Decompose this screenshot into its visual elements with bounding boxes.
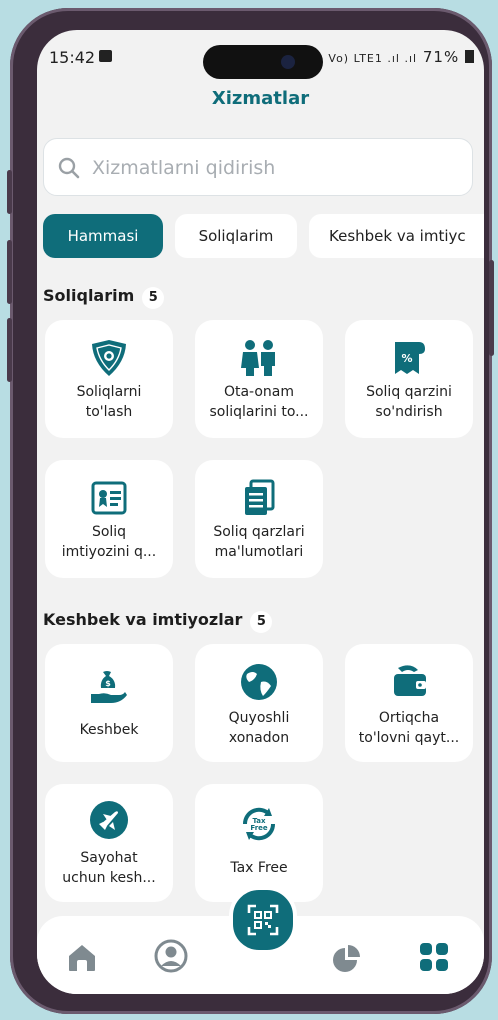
power-button xyxy=(489,260,494,356)
plane-icon xyxy=(90,801,128,839)
card-ortiqcha-tolovni[interactable]: Ortiqcha to'lovni qayt... xyxy=(345,644,473,762)
battery-text: 71% xyxy=(422,48,460,66)
card-label-line1: Soliq xyxy=(91,524,127,540)
tax-free-badge-line2: Free xyxy=(250,824,268,832)
tab-keshbek[interactable]: Keshbek va imtiyc xyxy=(309,214,484,258)
gallery-icon xyxy=(99,50,112,62)
section-title: Soliqlarim xyxy=(43,286,135,305)
search-icon xyxy=(58,157,80,179)
emblem-icon xyxy=(92,340,126,376)
card-soliq-qarzini[interactable]: % Soliq qarzini so'ndirish xyxy=(345,320,473,438)
camera-notch xyxy=(203,45,323,79)
card-label-line2: ma'lumotlari xyxy=(214,544,304,560)
profile-icon[interactable] xyxy=(153,938,189,974)
count-badge: 5 xyxy=(142,287,165,309)
card-soliqlarni-tolash[interactable]: Soliqlarni to'lash xyxy=(45,320,173,438)
wallet-refund-icon xyxy=(394,665,426,696)
certificate-icon xyxy=(91,481,127,515)
card-label: Keshbek xyxy=(79,722,139,738)
receipt-percent-icon: % xyxy=(395,342,425,374)
card-label-line1: Quyoshli xyxy=(228,710,290,726)
solar-globe-icon xyxy=(241,664,277,700)
card-label-line2: imtiyozini q... xyxy=(61,544,157,560)
card-label-line2: soliqlarini to... xyxy=(209,404,309,420)
search-box[interactable] xyxy=(43,138,473,196)
card-label-line1: Soliqlarni xyxy=(76,384,142,400)
money-hand-icon: $ xyxy=(91,671,127,703)
side-button xyxy=(7,170,12,214)
card-ota-onam[interactable]: Ota-onam soliqlarini to... xyxy=(195,320,323,438)
card-sayohat[interactable]: Sayohat uchun kesh... xyxy=(45,784,173,902)
status-time: 15:42 xyxy=(49,48,96,67)
camera-lens xyxy=(281,55,295,69)
card-label-line1: Soliq qarzlari xyxy=(213,524,305,540)
qr-scan-icon xyxy=(247,904,279,936)
card-label-line2: so'ndirish xyxy=(375,404,443,420)
status-icons: Vo) LTE1 .ıl .ıl 71% xyxy=(328,48,474,66)
count-badge: 5 xyxy=(250,611,273,633)
qr-scan-button[interactable] xyxy=(229,886,297,954)
card-label: Tax Free xyxy=(230,860,288,876)
tab-soliqlarim[interactable]: Soliqlarim xyxy=(175,214,297,258)
card-soliq-imtiyozini[interactable]: Soliq imtiyozini q... xyxy=(45,460,173,578)
grid-icon[interactable] xyxy=(417,940,451,974)
documents-icon xyxy=(245,479,275,515)
section-header-keshbek: Keshbek va imtiyozlar 5 xyxy=(43,610,273,633)
svg-text:%: % xyxy=(401,352,412,365)
battery-icon xyxy=(465,50,474,63)
card-keshbek[interactable]: $ Keshbek xyxy=(45,644,173,762)
section-title: Keshbek va imtiyozlar xyxy=(43,610,243,629)
svg-text:$: $ xyxy=(105,679,111,688)
card-label-line1: Ota-onam xyxy=(223,384,295,400)
card-tax-free[interactable]: Tax Free Tax Free xyxy=(195,784,323,902)
parents-icon xyxy=(241,340,275,376)
bottom-nav xyxy=(37,886,484,994)
section-header-soliqlarim: Soliqlarim 5 xyxy=(43,286,165,309)
screen: 15:42 Vo) LTE1 .ıl .ıl 71% Xizmatlar Ham… xyxy=(37,30,484,994)
card-label-line2: to'lash xyxy=(85,404,133,420)
card-soliq-qarzlari[interactable]: Soliq qarzlari ma'lumotlari xyxy=(195,460,323,578)
volume-down-button xyxy=(7,318,12,382)
category-tabs: Hammasi Soliqlarim Keshbek va imtiyc xyxy=(43,214,484,260)
card-label-line2: xonadon xyxy=(228,730,290,746)
home-icon[interactable] xyxy=(65,940,99,974)
volume-up-button xyxy=(7,240,12,304)
card-quyoshli-xonadon[interactable]: Quyoshli xonadon xyxy=(195,644,323,762)
card-label-line2: to'lovni qayt... xyxy=(358,730,460,746)
tab-hammasi[interactable]: Hammasi xyxy=(43,214,163,258)
tax-free-icon: Tax Free xyxy=(242,807,276,841)
page-title: Xizmatlar xyxy=(211,88,310,109)
card-label-line1: Ortiqcha xyxy=(378,710,440,726)
card-label-line1: Sayohat xyxy=(80,850,138,866)
card-label-line2: uchun kesh... xyxy=(62,870,156,886)
card-label-line1: Soliq qarzini xyxy=(366,384,452,400)
signal-icons: Vo) LTE1 .ıl .ıl xyxy=(328,52,418,65)
search-input[interactable] xyxy=(90,153,454,183)
pie-chart-icon[interactable] xyxy=(331,942,363,974)
